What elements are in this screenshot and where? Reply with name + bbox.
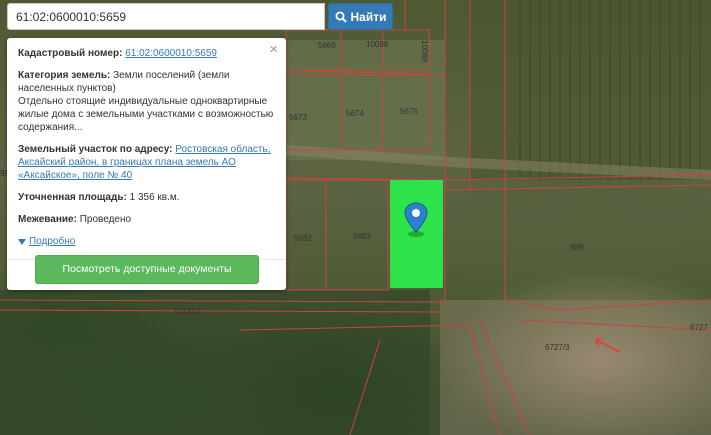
cadastral-row: Кадастровый номер: 61:02:0600010:5659 (18, 47, 275, 60)
parcel-label: 10089 (420, 40, 429, 63)
search-input[interactable] (7, 3, 325, 30)
close-icon[interactable]: × (269, 42, 278, 57)
survey-value: Проведено (79, 214, 132, 225)
parcel-label: 5666 (318, 41, 336, 50)
survey-label: Межевание: (18, 214, 77, 225)
search-button-label: Найти (350, 9, 387, 24)
area-value: 1 356 кв.м. (129, 192, 180, 203)
parcel-info-popup: × Кадастровый номер: 61:02:0600010:5659 … (7, 38, 286, 290)
category-row: Категория земель: Земли поселений (земли… (18, 69, 275, 134)
parcel-label: 6727 (690, 323, 708, 332)
category-label: Категория земель: (18, 70, 111, 81)
more-toggle[interactable]: Подробно (18, 235, 275, 249)
area-row: Уточненная площадь: 1 356 кв.м. (18, 191, 275, 204)
usage-text: Отдельно стоящие индивидуальные одноквар… (18, 96, 274, 133)
parcel-label: 5673 (289, 113, 307, 122)
cadastral-label: Кадастровый номер: (18, 48, 123, 59)
search-icon (335, 11, 347, 23)
view-documents-button[interactable]: Посмотреть доступные документы (35, 255, 259, 284)
survey-row: Межевание: Проведено (18, 213, 275, 226)
parcel-label: 989 (570, 243, 584, 252)
parcel-label: 5682 (294, 234, 312, 243)
cadastral-link[interactable]: 61:02:0600010:5659 (125, 48, 217, 59)
area-label: Уточненная площадь: (18, 192, 127, 203)
parcel-label: 10331/1 (173, 307, 202, 316)
address-row: Земельный участок по адресу: Ростовская … (18, 143, 275, 182)
parcel-label: 5683 (353, 232, 371, 241)
caret-down-icon (18, 238, 26, 245)
parcel-label: 5675 (400, 107, 418, 116)
search-button[interactable]: Найти (328, 3, 393, 30)
parcel-label: 6727/3 (545, 343, 570, 352)
address-label: Земельный участок по адресу: (18, 144, 173, 155)
parcel-label: 5674 (346, 109, 364, 118)
parcel-label: 10088 (366, 40, 389, 49)
more-label: Подробно (29, 236, 76, 247)
